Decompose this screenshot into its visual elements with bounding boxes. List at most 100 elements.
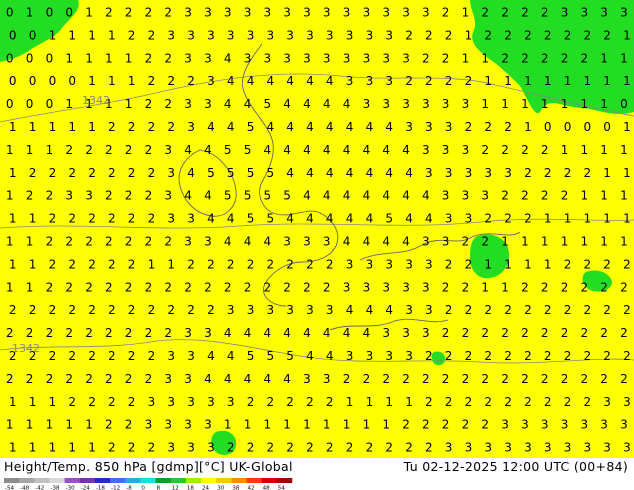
temperature-value-label: 2 <box>145 97 153 111</box>
temperature-value-label: 3 <box>85 189 93 203</box>
temperature-value-label: 4 <box>346 212 354 226</box>
colorbar-segment <box>140 478 156 483</box>
temperature-value-label: 3 <box>620 6 628 20</box>
temperature-value-label: 4 <box>283 372 291 386</box>
temperature-value-label: 2 <box>326 395 334 409</box>
temperature-value-label: 2 <box>29 166 37 180</box>
weather-map: 0 1 0 0 1 2 2 2 2 3 3 3 3 3 3 3 3 3 3 3 3 3 2 1 2 2 2 2 3 3 3 30 0 1 1 1 1 2 2… <box>0 0 634 458</box>
temperature-value-label: 4 <box>224 235 232 249</box>
temperature-value-label: 2 <box>128 395 136 409</box>
temperature-value-label: 4 <box>306 166 314 180</box>
temperature-value-label: 5 <box>207 166 215 180</box>
temperature-value-label: 4 <box>224 97 232 111</box>
temperature-value-label: 2 <box>88 212 96 226</box>
temperature-value-label: 1 <box>623 28 631 42</box>
temperature-value-label: 2 <box>187 257 195 271</box>
temperature-value-label: 2 <box>561 189 569 203</box>
temperature-value-label: 0 <box>6 6 14 20</box>
temperature-value-label: 4 <box>343 189 351 203</box>
temperature-value-label: 2 <box>445 303 453 317</box>
temperature-value-label: 1 <box>581 235 589 249</box>
temperature-value-label: 1 <box>584 212 592 226</box>
temperature-value-label: 3 <box>167 166 175 180</box>
temperature-value-label: 2 <box>481 418 489 432</box>
temperature-value-label: 3 <box>184 6 192 20</box>
temperature-value-label: 3 <box>445 166 453 180</box>
temperature-value-label: 2 <box>108 212 116 226</box>
temperature-value-label: 4 <box>306 212 314 226</box>
temperature-value-label: 2 <box>465 120 473 134</box>
temperature-value-label: 2 <box>465 257 473 271</box>
temperature-value-label: 3 <box>303 235 311 249</box>
temperature-value-label: 1 <box>65 97 73 111</box>
temperature-value-label: 2 <box>623 303 631 317</box>
temperature-value-label: 2 <box>561 51 569 65</box>
temperature-value-label: 1 <box>564 74 572 88</box>
temperature-value-label: 1 <box>581 189 589 203</box>
temperature-value-label: 1 <box>167 257 175 271</box>
temperature-value-label: 2 <box>405 28 413 42</box>
temperature-value-label: 2 <box>481 372 489 386</box>
temperature-value-label: 2 <box>65 235 73 249</box>
temperature-value-label: 2 <box>267 441 275 455</box>
temperature-value-label: 3 <box>227 28 235 42</box>
temperature-value-label: 2 <box>445 395 453 409</box>
temperature-value-label: 3 <box>204 97 212 111</box>
temperature-value-label: 2 <box>442 51 450 65</box>
temperature-value-label: 3 <box>323 6 331 20</box>
temperature-value-label: 3 <box>323 372 331 386</box>
temperature-value-label: 1 <box>504 257 512 271</box>
temperature-value-label: 2 <box>88 349 96 363</box>
temperature-value-label: 2 <box>105 235 113 249</box>
colorbar-segment <box>246 478 262 483</box>
temperature-value-label: 4 <box>227 349 235 363</box>
temperature-value-label: 1 <box>561 97 569 111</box>
temperature-value-label: 1 <box>561 143 569 157</box>
temperature-value-label: 2 <box>148 349 156 363</box>
temperature-value-label: 1 <box>465 28 473 42</box>
temperature-value-label: 1 <box>544 74 552 88</box>
temperature-value-label: 2 <box>465 349 473 363</box>
temperature-value-label: 2 <box>105 189 113 203</box>
temperature-value-label: 3 <box>623 441 631 455</box>
temperature-value-label: 2 <box>521 143 529 157</box>
temperature-value-label: 3 <box>326 28 334 42</box>
temperature-value-label: 3 <box>227 395 235 409</box>
colorbar-tick-label: 0 <box>141 486 145 490</box>
temperature-value-label: 3 <box>167 349 175 363</box>
temperature-value-label: 2 <box>425 441 433 455</box>
temperature-value-label: 3 <box>402 51 410 65</box>
temperature-value-label: 1 <box>363 418 371 432</box>
temperature-value-label: 2 <box>49 166 57 180</box>
temperature-value-label: 2 <box>524 212 532 226</box>
temperature-value-label: 1 <box>462 51 470 65</box>
temperature-value-label: 2 <box>425 395 433 409</box>
temperature-value-label: 1 <box>501 235 509 249</box>
temperature-value-label: 2 <box>164 235 172 249</box>
temperature-value-label: 3 <box>247 303 255 317</box>
temperature-value-label: 4 <box>326 166 334 180</box>
temperature-value-label: 2 <box>88 395 96 409</box>
temperature-value-label: 1 <box>26 418 34 432</box>
temperature-value-label: 3 <box>303 6 311 20</box>
temperature-value-label: 3 <box>584 441 592 455</box>
temperature-value-label: 1 <box>504 74 512 88</box>
temperature-value-label: 2 <box>148 303 156 317</box>
temperature-value-label: 1 <box>88 28 96 42</box>
temperature-value-label: 1 <box>6 418 14 432</box>
temperature-value-label: 2 <box>128 303 136 317</box>
temperature-value-label: 2 <box>501 326 509 340</box>
temperature-value-label: 4 <box>286 120 294 134</box>
temperature-value-label: 2 <box>544 395 552 409</box>
temperature-value-label: 1 <box>6 143 14 157</box>
temperature-value-label: 4 <box>382 235 390 249</box>
temperature-value-label: 4 <box>346 120 354 134</box>
temperature-value-label: 3 <box>501 418 509 432</box>
temperature-value-label: 2 <box>481 326 489 340</box>
temperature-value-label: 1 <box>584 74 592 88</box>
temperature-value-label: 2 <box>326 441 334 455</box>
colorbar-tick-label: 38 <box>232 486 239 490</box>
temperature-value-label: 4 <box>244 326 252 340</box>
temperature-value-label: 1 <box>623 74 631 88</box>
temperature-value-label: 0 <box>9 74 17 88</box>
